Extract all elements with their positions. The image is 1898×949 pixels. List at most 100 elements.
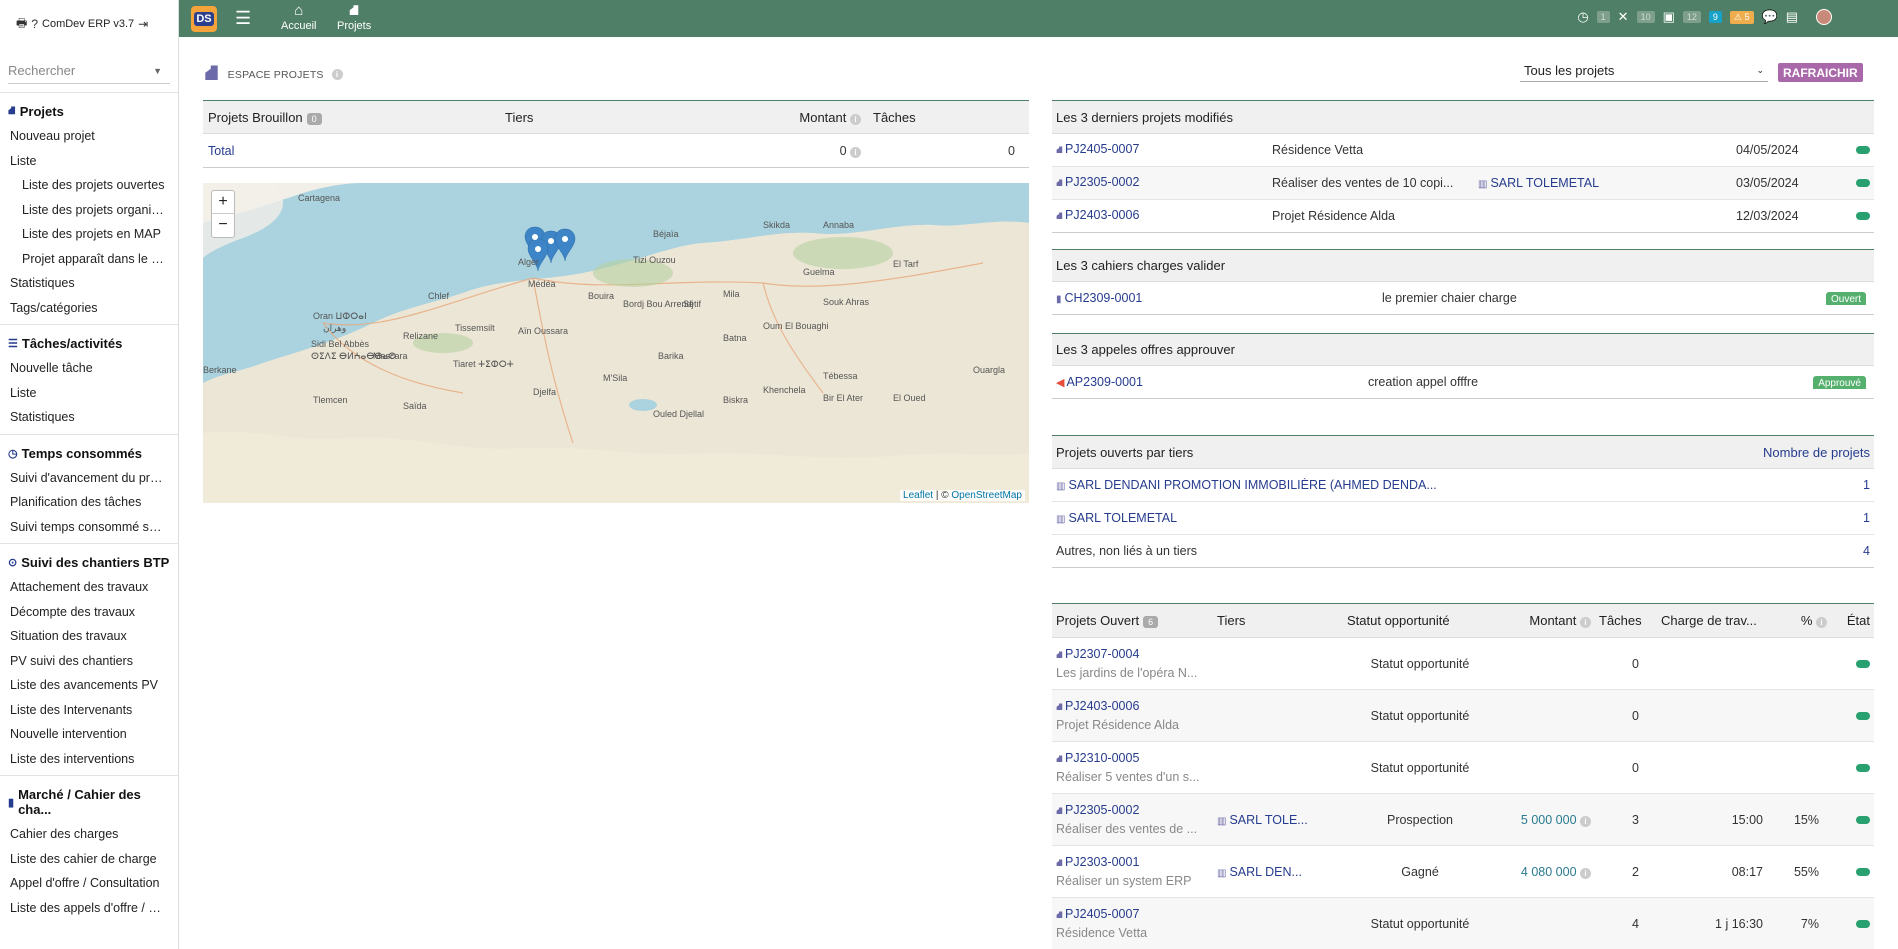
project-icon: ⛘ [1056,211,1064,222]
project-link[interactable]: ⛘ PJ2310-0005 [1056,751,1215,767]
project-link[interactable]: ⛘ PJ2403-0006 [1052,208,1272,224]
sidebar-item[interactable]: Nouvelle intervention [0,722,178,747]
chevron-down-icon: ⌄ [1756,65,1764,75]
menu-section: ⛘ Projets Nouveau projet Liste Liste des pro… [0,92,178,324]
map-city-label: Batna [723,333,747,343]
par-tiers-box: Projets ouverts par tiers Nombre de proj… [1052,435,1874,568]
nav-accueil[interactable]: ⌂ Accueil [281,2,316,32]
appels-box: Les 3 appeles offres approuver ◀ AP2309-0… [1052,333,1874,399]
project-link[interactable]: ⛘ PJ2307-0004 [1056,647,1215,663]
info-icon: i [1580,617,1591,628]
sidebar-item[interactable]: Liste des Intervenants [0,698,178,723]
osm-link[interactable]: OpenStreetMap [951,490,1022,501]
sidebar-item[interactable]: Liste des interventions [0,747,178,772]
status-dot [1856,179,1870,187]
project-icon: ⛘ [204,60,220,85]
project-link[interactable]: ⛘ PJ2305-0002 [1052,175,1272,191]
sidebar-item[interactable]: Planification des tâches [0,490,178,515]
project-link[interactable]: ⛘ PJ2405-0007 [1052,142,1272,158]
menu-section-title[interactable]: ◷ Temps consommés [0,441,178,466]
tiers-link[interactable]: ▥ SARL DEN... [1215,865,1345,879]
sidebar-item[interactable]: PV suivi des chantiers [0,649,178,674]
zoom-in-button[interactable]: + [212,191,234,214]
leaflet-link[interactable]: Leaflet [903,490,933,501]
info-badge[interactable]: 9 [1708,11,1722,23]
sidebar-item[interactable]: Suivi temps consommé sur... [0,515,178,540]
zoom-out-button[interactable]: − [212,214,234,237]
sidebar-item[interactable]: Suivi d'avancement du projet [0,466,178,491]
sidebar-item[interactable]: Appel d'offre / Consultation [0,871,178,896]
project-link[interactable]: ⛘ PJ2403-0006 [1056,699,1215,715]
tools-badge: 10 [1636,11,1655,23]
printer-icon[interactable]: 🖶 [16,14,27,35]
sidebar-item[interactable]: Liste des cahier de charge [0,847,178,872]
sidebar-item[interactable]: Liste des projets organisés [0,198,178,223]
project-link[interactable]: ⛘ PJ2305-0002 [1056,803,1215,819]
tiers-link[interactable]: ▥ SARL DENDANI PROMOTION IMMOBILIÈRE (AHM… [1052,478,1437,492]
menu-toggle-icon[interactable]: ☰ [235,8,251,29]
project-link[interactable]: ⛘ PJ2405-0007 [1056,907,1215,923]
sidebar-item[interactable]: Liste des avancements PV [0,673,178,698]
list-item: ▮ CH2309-0001 le premier chaier charge Ou… [1052,282,1874,315]
appel-link[interactable]: ◀ AP2309-0001 [1052,375,1368,389]
sidebar-item[interactable]: Projet apparaît dans le sit... [0,247,178,272]
help-icon[interactable]: ? [31,17,38,31]
map-city-label: Ouargla [973,365,1006,375]
avatar[interactable] [1816,9,1832,25]
info-icon: i [1580,815,1591,827]
clock-icon[interactable]: ◷ [1577,9,1588,25]
refresh-button[interactable]: RAFRAICHIR [1778,63,1863,82]
map-city-label: Mila [723,289,740,299]
projects-map[interactable]: Cartagena Oran ⵡⵀⵔⴰⵏ وهران Sidi Bel Abbès ⵙⵉ… [203,183,1029,503]
app-logo[interactable]: DS [191,6,217,32]
tools-icon[interactable]: ✕ [1618,9,1629,25]
nav-projets[interactable]: ⛘ Projets [337,2,371,32]
tiers-link[interactable]: ▥ SARL TOLEMETAL [1052,511,1177,525]
menu-section: ▮ Marché / Cahier des cha... Cahier des ch… [0,775,178,924]
logout-icon[interactable]: ⇥ [138,17,148,31]
warning-badge[interactable]: ⚠ 5 [1729,10,1754,24]
sidebar-item[interactable]: Liste des projets en MAP [0,222,178,247]
sidebar-item[interactable]: Nouveau projet [0,124,178,149]
chat-icon[interactable]: 💬 [1762,9,1778,25]
sidebar-item[interactable]: Liste des appels d'offre / Co... [0,896,178,921]
menu-section-title[interactable]: ☰ Tâches/activités [0,331,178,356]
menu-section: ☰ Tâches/activités Nouvelle tâche Liste Stat… [0,324,178,434]
project-filter-select[interactable]: Tous les projets ⌄ [1520,60,1768,82]
sidebar-item[interactable]: Statistiques [0,405,178,430]
sidebar-item[interactable]: Attachement des travaux [0,575,178,600]
menu-section-title[interactable]: ▮ Marché / Cahier des cha... [0,782,178,822]
sidebar-item[interactable]: Statistiques [0,271,178,296]
search-input[interactable]: Rechercher ▼ [8,58,170,84]
menu-section-title[interactable]: ⊙ Suivi des chantiers BTP [0,550,178,575]
sidebar-item[interactable]: Décompte des travaux [0,600,178,625]
sidebar-item[interactable]: Tags/catégories [0,296,178,321]
project-link[interactable]: ⛘ PJ2303-0001 [1056,855,1215,871]
menu-section-title[interactable]: ⛘ Projets [0,99,178,124]
last-modified-box: Les 3 derniers projets modifiés ⛘ PJ2405-… [1052,100,1874,233]
sidebar-item[interactable]: Liste [0,149,178,174]
sidebar-item[interactable]: Liste des projets ouvertes [0,173,178,198]
total-link[interactable]: Total [203,144,705,158]
brand-label: ComDev ERP v3.7 [42,18,135,30]
project-icon: ⛘ [348,2,360,19]
menu-section: ◷ Temps consommés Suivi d'avancement du pr… [0,433,178,544]
clock-badge: 1 [1596,11,1610,23]
calendar-icon[interactable]: ▣ [1663,9,1675,25]
map-city-label: Souk Ahras [823,297,870,307]
clipboard-icon[interactable]: ▤ [1786,9,1798,25]
sidebar-item[interactable]: Cahier des charges [0,822,178,847]
tiers-link[interactable]: ▥ SARL TOLEMETAL [1478,176,1736,190]
map-city-label: El Oued [893,393,926,403]
info-icon: i [1580,867,1591,879]
sidebar-item[interactable]: Liste [0,381,178,406]
building-icon: ▥ [1217,867,1227,879]
sidebar-item[interactable]: Situation des travaux [0,624,178,649]
status-badge: Approuvé [1813,376,1866,389]
brand: 🖶 ? ComDev ERP v3.7 ⇥ [0,0,178,48]
status-dot [1856,212,1870,220]
sidebar-item[interactable]: Nouvelle tâche [0,356,178,381]
map-city-label: Annaba [823,220,855,230]
cahier-link[interactable]: ▮ CH2309-0001 [1052,291,1382,305]
tiers-link[interactable]: ▥ SARL TOLE... [1215,813,1345,827]
